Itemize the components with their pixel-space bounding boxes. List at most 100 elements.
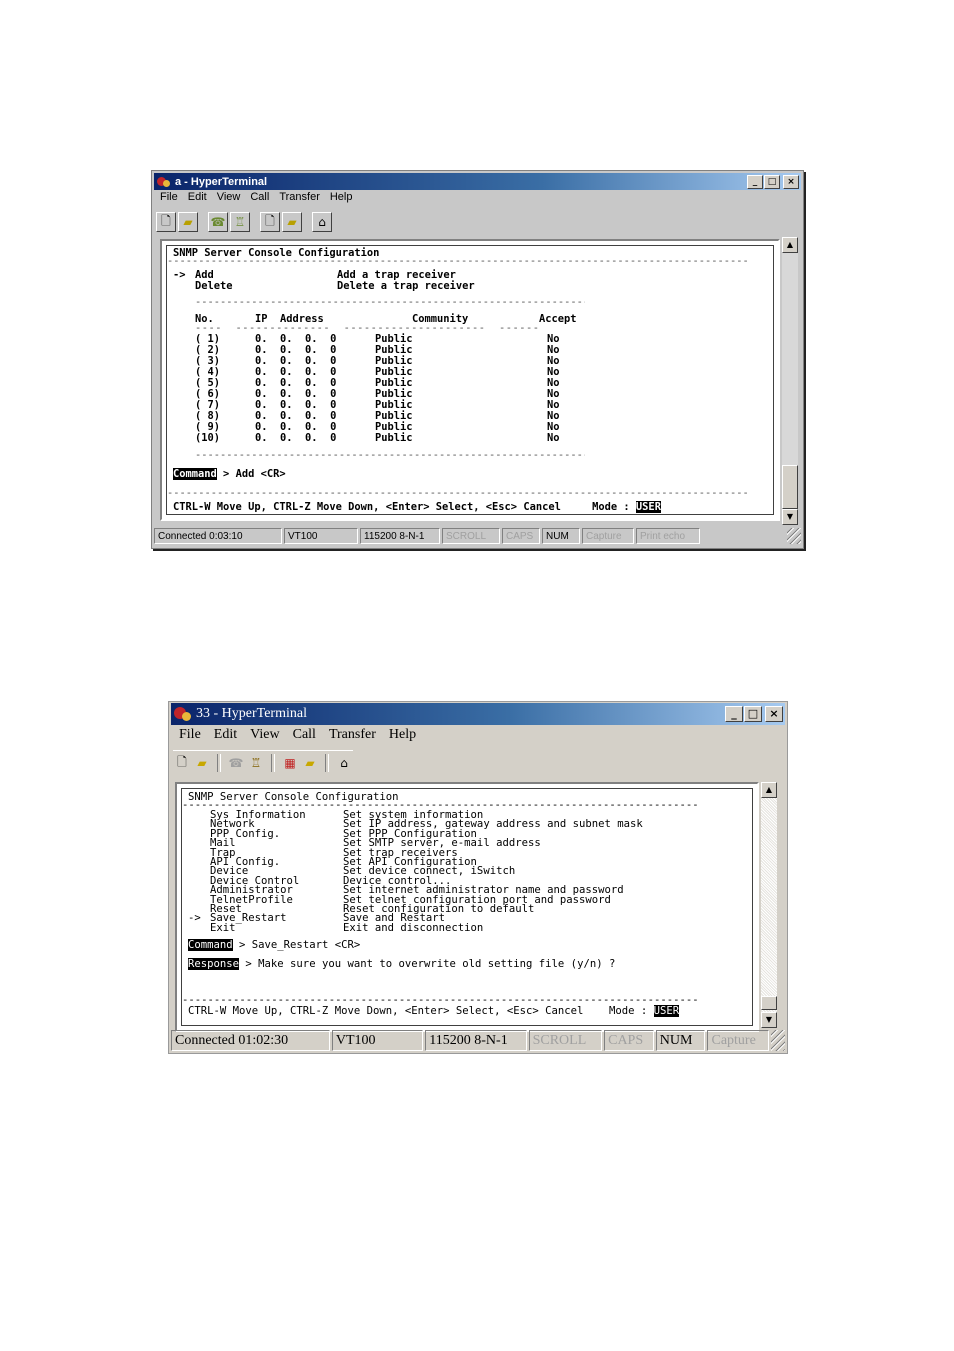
column-header-accept: Accept bbox=[539, 313, 577, 325]
selection-cursor: -> bbox=[173, 269, 186, 281]
toolbar: 🗋 ▰ ☎ ♖ ▦ ▰ ⌂ bbox=[173, 750, 353, 775]
terminal-frame: SNMP Server Console Configuration ------… bbox=[181, 788, 753, 1026]
menu-transfer[interactable]: Transfer bbox=[323, 727, 383, 747]
vertical-scrollbar[interactable]: ▲ ▼ bbox=[782, 237, 798, 525]
status-connected-time: Connected 0:03:10 bbox=[154, 528, 282, 544]
cell-ip-address: 0. 0. 0. 0 bbox=[255, 432, 337, 444]
menu-call[interactable]: Call bbox=[246, 191, 275, 207]
hyperterminal-app-icon[interactable] bbox=[174, 706, 192, 722]
close-button[interactable]: × bbox=[765, 706, 783, 722]
hyperterminal-window-2: 33 - HyperTerminal _ □ × File Edit View … bbox=[168, 701, 788, 1054]
menu-bar: File Edit View Call Transfer Help bbox=[156, 191, 358, 207]
properties-icon[interactable]: ⌂ bbox=[335, 754, 353, 772]
new-icon[interactable]: 🗋 bbox=[173, 754, 191, 772]
status-num: NUM bbox=[542, 528, 580, 544]
toolbar-separator bbox=[325, 754, 329, 772]
command-label: Command bbox=[173, 468, 217, 480]
divider: ----------------------------------------… bbox=[195, 297, 585, 308]
menu-option-label[interactable]: Exit bbox=[210, 922, 236, 933]
dial-icon[interactable]: ♖ bbox=[230, 212, 250, 232]
response-label: Response bbox=[188, 958, 240, 970]
vertical-scrollbar[interactable]: ▲ ▼ bbox=[761, 782, 777, 1028]
status-print-echo: Print echo bbox=[636, 528, 700, 544]
receive-icon[interactable]: ▰ bbox=[282, 212, 302, 232]
status-caps: CAPS bbox=[604, 1030, 654, 1051]
command-text: > Add <CR> bbox=[216, 468, 286, 480]
divider: ----------------------------------------… bbox=[195, 450, 585, 461]
minimize-button[interactable]: _ bbox=[747, 174, 763, 189]
divider: ----------------------------------------… bbox=[167, 487, 749, 499]
footer-help: CTRL-W Move Up, CTRL-Z Move Down, <Enter… bbox=[188, 1005, 680, 1017]
toolbar: 🗋 ▰ ☎ ♖ 🗋 ▰ ⌂ bbox=[156, 211, 332, 233]
status-port-settings: 115200 8-N-1 bbox=[425, 1030, 527, 1051]
receive-icon[interactable]: ▰ bbox=[301, 754, 319, 772]
status-bar: Connected 0:03:10 VT100 115200 8-N-1 SCROLL… bbox=[154, 528, 801, 544]
maximize-button[interactable]: □ bbox=[764, 174, 780, 189]
hyperterminal-window-1: a - HyperTerminal _ □ × File Edit View C… bbox=[151, 170, 804, 549]
scrollbar-thumb[interactable] bbox=[761, 996, 777, 1010]
hyperterminal-app-icon[interactable] bbox=[157, 176, 171, 188]
terminal-screen[interactable]: SNMP Server Console Configuration ------… bbox=[160, 239, 780, 521]
terminal-screen[interactable]: SNMP Server Console Configuration ------… bbox=[175, 782, 759, 1032]
scroll-down-arrow-icon[interactable]: ▼ bbox=[782, 509, 798, 525]
cell-accept: No bbox=[547, 432, 560, 444]
menu-edit[interactable]: Edit bbox=[184, 191, 213, 207]
terminal-frame: SNMP Server Console Configuration ------… bbox=[166, 245, 774, 515]
menu-option-add[interactable]: -> bbox=[173, 270, 186, 281]
menu-file[interactable]: File bbox=[173, 727, 208, 747]
scroll-down-arrow-icon[interactable]: ▼ bbox=[761, 1012, 777, 1028]
title-bar[interactable]: 33 - HyperTerminal _ □ × bbox=[171, 703, 785, 725]
menu-option-label[interactable]: Delete bbox=[195, 281, 233, 292]
dial-icon[interactable]: ♖ bbox=[247, 754, 265, 772]
open-icon[interactable]: ▰ bbox=[193, 754, 211, 772]
disconnect-icon[interactable]: ☎ bbox=[227, 754, 245, 772]
command-line: Command > Save_Restart <CR> bbox=[188, 939, 361, 951]
menu-file[interactable]: File bbox=[156, 191, 184, 207]
scroll-up-arrow-icon[interactable]: ▲ bbox=[761, 782, 777, 798]
window-title: a - HyperTerminal bbox=[175, 175, 268, 188]
cell-community: Public bbox=[375, 432, 413, 444]
menu-view[interactable]: View bbox=[213, 191, 247, 207]
menu-bar: File Edit View Call Transfer Help bbox=[173, 727, 423, 747]
key-help-text: CTRL-W Move Up, CTRL-Z Move Down, <Enter… bbox=[188, 1005, 654, 1017]
footer-help: CTRL-W Move Up, CTRL-Z Move Down, <Enter… bbox=[173, 501, 661, 513]
divider: ----------------------------------------… bbox=[182, 994, 699, 1006]
scroll-up-arrow-icon[interactable]: ▲ bbox=[782, 237, 798, 253]
status-capture: Capture bbox=[707, 1030, 770, 1051]
open-icon[interactable]: ▰ bbox=[178, 212, 198, 232]
resize-grip-icon[interactable] bbox=[787, 528, 801, 544]
minimize-button[interactable]: _ bbox=[725, 706, 743, 722]
menu-edit[interactable]: Edit bbox=[208, 727, 244, 747]
title-bar[interactable]: a - HyperTerminal _ □ × bbox=[154, 173, 801, 190]
menu-call[interactable]: Call bbox=[287, 727, 323, 747]
command-text: > Save_Restart <CR> bbox=[232, 939, 361, 951]
status-capture: Capture bbox=[582, 528, 634, 544]
mode-badge: USER bbox=[635, 501, 661, 513]
status-scroll: SCROLL bbox=[442, 528, 500, 544]
toolbar-separator bbox=[271, 754, 275, 772]
cell-no: (10) bbox=[195, 432, 221, 444]
divider: ----------------------------------------… bbox=[167, 255, 749, 267]
menu-view[interactable]: View bbox=[244, 727, 286, 747]
selection-cursor: -> bbox=[188, 912, 201, 925]
menu-help[interactable]: Help bbox=[326, 191, 359, 207]
close-button[interactable]: × bbox=[783, 174, 799, 189]
command-line: Command > Add <CR> bbox=[173, 468, 286, 480]
resize-grip-icon[interactable] bbox=[771, 1030, 785, 1051]
window-title: 33 - HyperTerminal bbox=[196, 706, 307, 721]
scrollbar-thumb[interactable] bbox=[782, 465, 798, 509]
command-label: Command bbox=[188, 939, 233, 951]
menu-option-desc: Exit and disconnection bbox=[343, 921, 484, 934]
new-icon[interactable]: 🗋 bbox=[156, 212, 176, 232]
status-caps: CAPS bbox=[502, 528, 540, 544]
send-icon[interactable]: 🗋 bbox=[260, 212, 280, 232]
send-icon[interactable]: ▦ bbox=[281, 754, 299, 772]
menu-transfer[interactable]: Transfer bbox=[275, 191, 326, 207]
menu-help[interactable]: Help bbox=[383, 727, 423, 747]
response-text: > Make sure you want to overwrite old se… bbox=[239, 958, 616, 970]
key-help-text: CTRL-W Move Up, CTRL-Z Move Down, <Enter… bbox=[173, 501, 636, 513]
disconnect-icon[interactable]: ☎ bbox=[208, 212, 228, 232]
maximize-button[interactable]: □ bbox=[744, 706, 762, 722]
mode-badge: USER bbox=[653, 1005, 680, 1017]
properties-icon[interactable]: ⌂ bbox=[312, 212, 332, 232]
